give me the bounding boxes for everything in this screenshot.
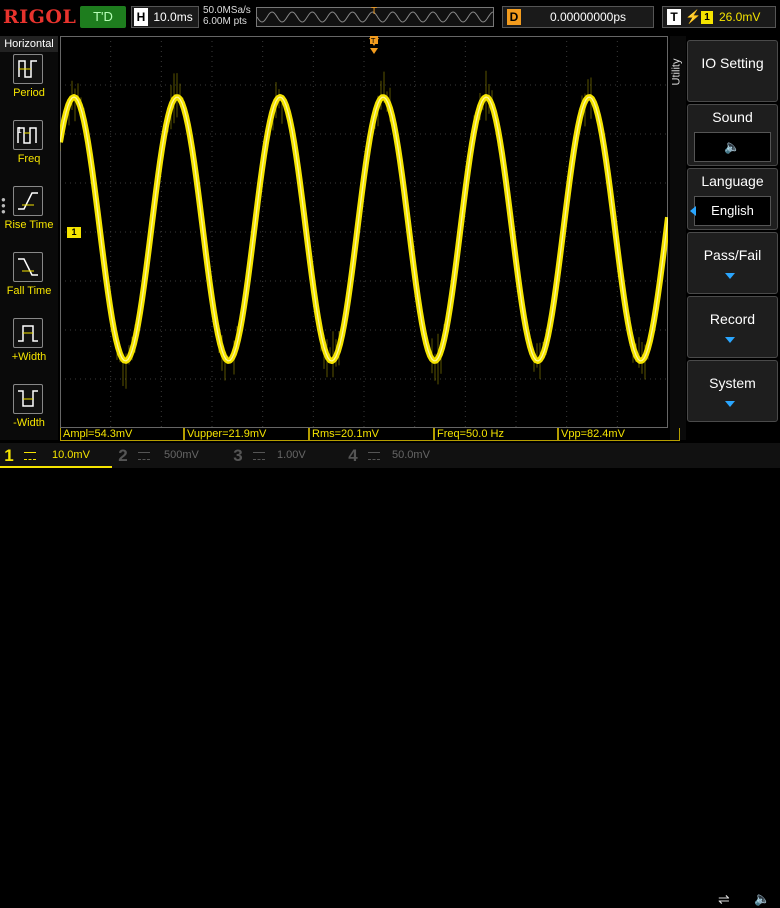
fall-time-icon [13, 252, 43, 282]
channel-1-tab[interactable]: 1 10.0mV [0, 443, 112, 468]
menu-page-indicator[interactable]: ● ● ● [1, 196, 7, 217]
brand-logo: RIGOL [3, 6, 77, 28]
record-button[interactable]: Record [687, 296, 778, 358]
channel-3-number: 3 [233, 446, 243, 465]
acquisition-info: 50.0MSa/s 6.00M pts [203, 5, 251, 27]
status-bar: RIGOL T'D H 10.0ms 50.0MSa/s 6.00M pts T… [0, 0, 780, 34]
chevron-down-icon [725, 401, 735, 407]
chevron-down-icon [725, 337, 735, 343]
language-value: English [694, 196, 771, 226]
utility-menu: Utility IO Setting Sound 🔈 Language Engl… [670, 36, 780, 440]
frequency-icon: 1 [13, 120, 43, 150]
waveform-display[interactable]: T 1 [57, 36, 671, 428]
svg-text:T: T [370, 37, 376, 45]
measurement-rms: Rms=20.1mV [309, 428, 434, 441]
channel-bar: 1 10.0mV 2 500mV 3 1.00V 4 50.0mV ⇌ 🔈 [0, 443, 780, 907]
measurement-bar: Ampl=54.3mV Vupper=21.9mV Rms=20.1mV Fre… [60, 428, 680, 441]
channel-3-scale: 1.00V [277, 449, 306, 461]
memory-overview[interactable]: T [256, 7, 494, 27]
language-label: Language [701, 173, 764, 189]
measure-fall-time-button[interactable]: Fall Time [0, 252, 58, 316]
usb-icon: ⇌ [718, 891, 730, 907]
utility-side-tab: Utility [670, 36, 686, 440]
sample-rate: 50.0MSa/s [203, 5, 251, 16]
period-icon [13, 54, 43, 84]
measurement-vupper: Vupper=21.9mV [184, 428, 309, 441]
measure-freq-button[interactable]: 1 Freq [0, 120, 58, 184]
negative-width-icon [13, 384, 43, 414]
negative-width-label: -Width [13, 417, 45, 429]
chevron-down-icon [725, 273, 735, 279]
measurement-ampl: Ampl=54.3mV [60, 428, 184, 441]
system-label: System [709, 375, 756, 391]
measure-menu-title: Horizontal [0, 36, 58, 52]
measurement-freq: Freq=50.0 Hz [434, 428, 558, 441]
dc-coupling-icon [253, 452, 265, 460]
language-button[interactable]: Language English [687, 168, 778, 230]
rise-time-label: Rise Time [4, 219, 54, 231]
record-label: Record [709, 311, 756, 327]
channel-1-offset-marker[interactable]: 1 [67, 227, 81, 238]
fall-time-label: Fall Time [6, 285, 52, 297]
speaker-icon: 🔈 [694, 132, 771, 162]
channel-2-scale: 500mV [164, 449, 199, 461]
trigger-position-icon: T [371, 6, 378, 17]
timebase-box[interactable]: H 10.0ms [131, 6, 199, 28]
measurement-vpp: Vpp=82.4mV [558, 428, 680, 441]
channel-4-scale: 50.0mV [392, 449, 430, 461]
run-state-badge[interactable]: T'D [80, 6, 126, 28]
measure-rise-time-button[interactable]: Rise Time [0, 186, 58, 250]
pass-fail-button[interactable]: Pass/Fail [687, 232, 778, 294]
io-setting-label: IO Setting [701, 55, 764, 71]
positive-width-label: +Width [11, 351, 47, 363]
dc-coupling-icon [24, 452, 36, 460]
language-arrow-icon [690, 206, 696, 216]
sound-label: Sound [712, 109, 753, 125]
delay-box[interactable]: D 0.00000000ps [502, 6, 654, 28]
measure-menu: Horizontal Period 1 Freq Rise Time Fall … [0, 36, 58, 440]
utility-label: Utility [670, 58, 683, 86]
channel-1-scale: 10.0mV [52, 449, 90, 461]
trigger-source: 1 [701, 11, 713, 24]
io-setting-button[interactable]: IO Setting [687, 40, 778, 102]
channel-2-number: 2 [118, 446, 128, 465]
trigger-box[interactable]: T ⚡ 1 26.0mV [662, 6, 776, 28]
channel-4-tab[interactable]: 4 50.0mV [344, 443, 456, 468]
speaker-mute-icon[interactable]: 🔈 [754, 891, 770, 907]
rising-edge-icon: ⚡ [685, 9, 702, 24]
delay-label: D [507, 9, 521, 25]
dc-coupling-icon [138, 452, 150, 460]
freq-label: Freq [17, 153, 41, 165]
sound-button[interactable]: Sound 🔈 [687, 104, 778, 166]
period-label: Period [13, 87, 45, 99]
measure-period-button[interactable]: Period [0, 54, 58, 118]
waveform-grid: T [57, 36, 671, 428]
memory-depth: 6.00M pts [203, 16, 247, 27]
channel-4-number: 4 [348, 446, 358, 465]
delay-value: 0.00000000ps [549, 10, 627, 24]
channel-3-tab[interactable]: 3 1.00V [229, 443, 341, 468]
measure-positive-width-button[interactable]: +Width [0, 318, 58, 382]
horizontal-label: H [134, 8, 148, 26]
rise-time-icon [13, 186, 43, 216]
pass-fail-label: Pass/Fail [703, 247, 762, 263]
trigger-level: 26.0mV [719, 10, 761, 24]
measure-negative-width-button[interactable]: -Width [0, 384, 58, 448]
trigger-label: T [667, 9, 681, 25]
system-button[interactable]: System [687, 360, 778, 422]
dc-coupling-icon [368, 452, 380, 460]
positive-width-icon [13, 318, 43, 348]
timebase-value: 10.0ms [153, 10, 193, 24]
svg-text:1: 1 [17, 126, 22, 135]
channel-1-number: 1 [4, 446, 14, 465]
channel-1-offset-label: 1 [71, 227, 77, 237]
channel-2-tab[interactable]: 2 500mV [114, 443, 226, 468]
